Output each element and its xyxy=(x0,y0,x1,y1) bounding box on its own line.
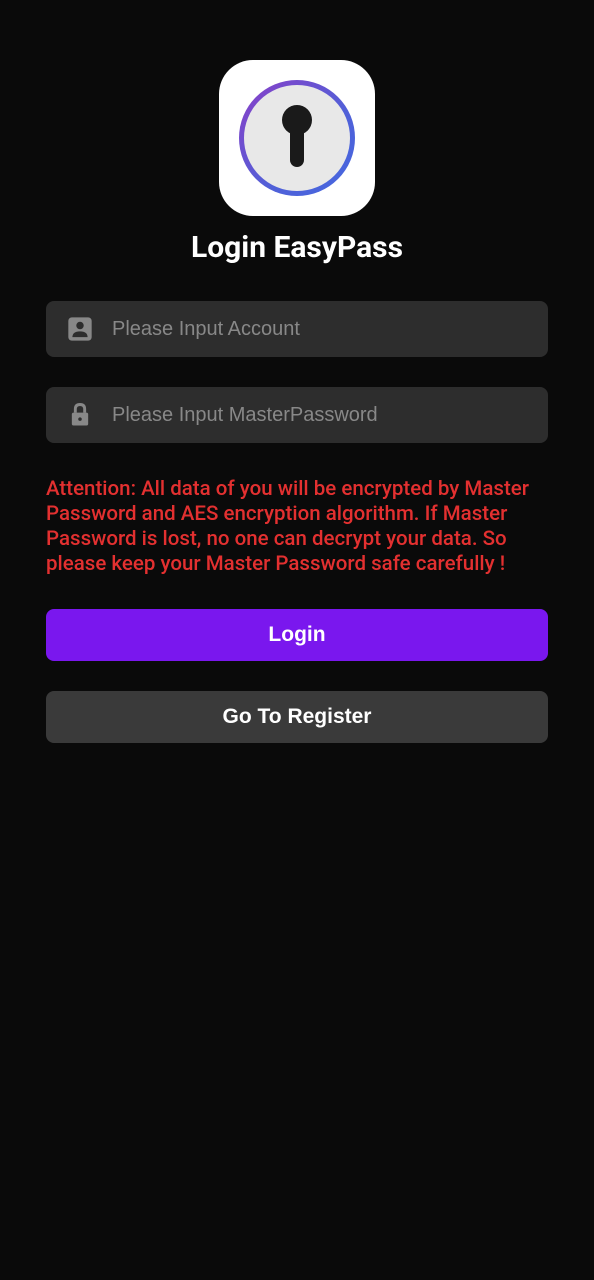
page-title: Login EasyPass xyxy=(191,230,403,265)
account-input-wrapper xyxy=(46,301,548,357)
login-button[interactable]: Login xyxy=(46,609,548,661)
logo-circle xyxy=(239,80,355,196)
keyhole-icon xyxy=(279,105,315,171)
login-container: Login EasyPass Attention: All data of yo… xyxy=(0,0,594,773)
account-input[interactable] xyxy=(112,318,528,341)
lock-icon xyxy=(66,401,94,429)
password-input-wrapper xyxy=(46,387,548,443)
register-button[interactable]: Go To Register xyxy=(46,691,548,743)
app-logo xyxy=(219,60,375,216)
warning-message: Attention: All data of you will be encry… xyxy=(46,477,548,577)
person-icon xyxy=(66,315,94,343)
password-input[interactable] xyxy=(112,404,528,427)
